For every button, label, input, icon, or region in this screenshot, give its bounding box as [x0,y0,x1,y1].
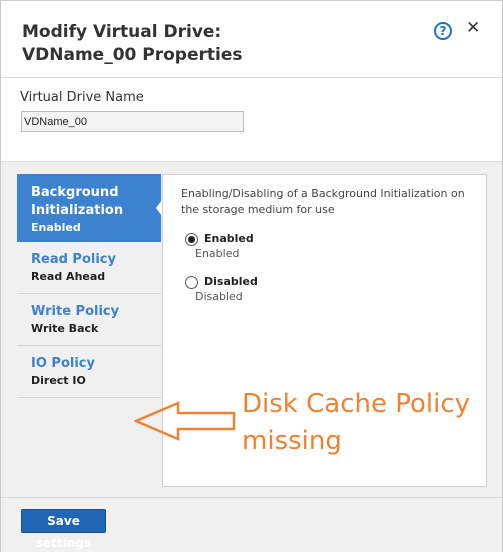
help-icon[interactable]: ? [434,22,452,40]
radio-disabled[interactable] [185,276,198,289]
modify-virtual-drive-dialog: Modify Virtual Drive: VDName_00 Properti… [0,0,503,552]
nav-item-value: Direct IO [31,374,86,387]
option-label: Enabled [204,232,254,245]
nav-item-io-policy[interactable]: IO Policy Direct IO [17,346,161,398]
nav-item-title: Read Policy [31,252,116,267]
nav-item-value: Read Ahead [31,270,106,283]
setting-description: Enabling/Disabling of a Background Initi… [181,187,465,216]
nav-item-read-policy[interactable]: Read Policy Read Ahead [17,242,161,294]
annotation-line2: missing [242,426,342,456]
save-settings-button[interactable]: Save settings [21,509,106,550]
nav-item-title: IO Policy [31,356,95,371]
option-sublabel: Disabled [195,290,243,303]
nav-item-value: Write Back [31,322,99,335]
dialog-title: Modify Virtual Drive: VDName_00 Properti… [22,21,243,67]
nav-item-write-policy[interactable]: Write Policy Write Back [17,294,161,346]
nav-item-title: Write Policy [31,304,120,319]
policy-side-nav: Background Initialization Enabled Read Po… [17,174,162,398]
radio-enabled[interactable] [185,233,198,246]
left-arrow-outline-icon [134,401,236,441]
nav-item-value: Enabled [31,221,81,234]
nav-item-background-initialization[interactable]: Background Initialization Enabled [17,174,162,242]
annotation-line1: Disk Cache Policy [242,389,471,419]
dialog-title-line2: VDName_00 Properties [22,45,243,65]
nav-item-title: Background Initialization [31,185,124,218]
dialog-header: Modify Virtual Drive: VDName_00 Properti… [1,1,502,78]
close-icon[interactable]: ✕ [466,18,480,38]
option-sublabel: Enabled [195,247,240,260]
dialog-title-line1: Modify Virtual Drive: [22,22,222,42]
option-label: Disabled [204,275,258,288]
virtual-drive-name-input[interactable] [21,111,244,132]
virtual-drive-name-label: Virtual Drive Name [20,90,144,105]
annotation-note: Disk Cache Policy missing [242,386,470,460]
